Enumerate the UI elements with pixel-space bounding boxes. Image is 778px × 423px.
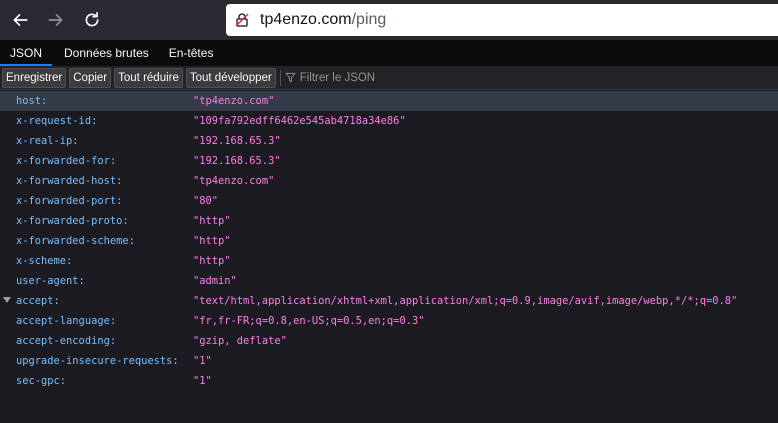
json-key: sec-gpc: [16,375,67,387]
json-key: x-forwarded-host: [16,175,123,187]
back-button[interactable] [2,2,38,38]
json-value: "fr,fr-FR;q=0.8,en-US;q=0.5,en;q=0.3" [193,315,425,327]
json-row-accept-encoding[interactable]: accept-encoding: "gzip, deflate" [0,331,778,351]
filter-json-input[interactable] [299,71,440,84]
json-key: accept-language: [16,315,117,327]
url-bar[interactable]: tp4enzo.com/ping [226,4,778,36]
json-key: x-forwarded-scheme: [16,235,135,247]
url-path: /ping [351,11,387,28]
json-value: "text/html,application/xhtml+xml,applica… [193,295,738,307]
json-value: "192.168.65.3" [193,135,281,147]
json-row-x-forwarded-port[interactable]: x-forwarded-port: "80" [0,191,778,211]
json-row-sec-gpc[interactable]: sec-gpc: "1" [0,371,778,391]
json-row-x-scheme[interactable]: x-scheme: "http" [0,251,778,271]
json-value: "80" [193,195,219,207]
json-row-accept-language[interactable]: accept-language: "fr,fr-FR;q=0.8,en-US;q=… [0,311,778,331]
json-row-upgrade-insecure-requests[interactable]: upgrade-insecure-requests: "1" [0,351,778,371]
json-value: "1" [193,375,212,387]
toolbar-divider [279,69,281,86]
expand-all-button[interactable]: Tout développer [185,67,276,88]
json-row-x-forwarded-scheme[interactable]: x-forwarded-scheme: "http" [0,231,778,251]
reload-icon [85,11,99,27]
json-row-x-forwarded-host[interactable]: x-forwarded-host: "tp4enzo.com" [0,171,778,191]
json-value: "tp4enzo.com" [193,95,275,107]
json-key: x-forwarded-proto: [16,215,129,227]
tab-raw-data[interactable]: Données brutes [54,40,159,66]
json-row-x-forwarded-for[interactable]: x-forwarded-for: "192.168.65.3" [0,151,778,171]
url-host: tp4enzo.com [260,11,352,28]
json-toolbar: Enregistrer Copier Tout réduire Tout dév… [0,66,778,90]
save-button[interactable]: Enregistrer [2,67,67,88]
json-key: accept-encoding: [16,335,117,347]
json-key: user-agent: [16,275,85,287]
reload-button[interactable] [74,2,110,38]
json-row-x-request-id[interactable]: x-request-id: "109fa792edff6462e545ab4718… [0,111,778,131]
json-key: x-forwarded-for: [16,155,117,167]
json-value: "192.168.65.3" [193,155,281,167]
json-value: "http" [193,255,231,267]
json-row-x-real-ip[interactable]: x-real-ip: "192.168.65.3" [0,131,778,151]
json-row-x-forwarded-proto[interactable]: x-forwarded-proto: "http" [0,211,778,231]
json-value: "1" [193,355,212,367]
filter-funnel-icon [285,72,296,83]
forward-arrow-icon [48,14,63,26]
json-row-host[interactable]: host: "tp4enzo.com" [0,91,778,111]
url-text: tp4enzo.com/ping [260,11,386,29]
json-row-user-agent[interactable]: user-agent: "admin" [0,271,778,291]
json-value: "tp4enzo.com" [193,175,275,187]
forward-button[interactable] [38,2,74,38]
json-value: "http" [193,215,231,227]
json-row-accept[interactable]: accept: "text/html,application/xhtml+xml,… [0,291,778,311]
json-key: x-real-ip: [16,135,79,147]
json-key: host: [16,95,48,107]
json-value: "109fa792edff6462e545ab4718a34e86" [193,115,406,127]
json-tree: host: "tp4enzo.com" x-request-id: "109fa79… [0,91,778,391]
json-value: "admin" [193,275,237,287]
back-arrow-icon [13,14,28,26]
expand-toggle-icon[interactable] [3,297,11,303]
tab-headers[interactable]: En-têtes [159,40,224,66]
browser-toolbar: tp4enzo.com/ping [0,0,778,40]
tab-json[interactable]: JSON [0,40,53,66]
collapse-all-button[interactable]: Tout réduire [114,67,183,88]
json-key: x-forwarded-port: [16,195,123,207]
json-key: x-scheme: [16,255,73,267]
insecure-lock-icon[interactable] [234,12,250,28]
json-key: upgrade-insecure-requests: [16,355,179,367]
filter-box[interactable] [285,68,440,88]
json-key: x-request-id: [16,115,98,127]
copy-button[interactable]: Copier [69,67,112,88]
json-value: "gzip, deflate" [193,335,287,347]
json-value: "http" [193,235,231,247]
json-key: accept: [16,295,60,307]
viewer-tabs: JSON Données brutes En-têtes [0,40,778,66]
